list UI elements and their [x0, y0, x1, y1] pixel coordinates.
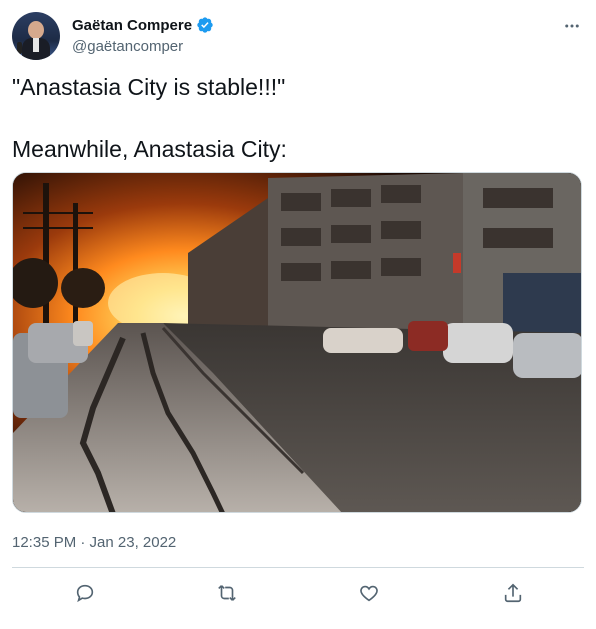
divider	[12, 567, 584, 568]
retweet-icon[interactable]	[212, 578, 242, 608]
more-options-icon[interactable]	[562, 16, 582, 36]
author-name[interactable]: Gaëtan Compere	[72, 17, 192, 34]
author-avatar[interactable]	[12, 12, 60, 60]
verified-badge-icon	[197, 17, 213, 33]
tweet-timestamp[interactable]: 12:35 PM · Jan 23, 2022	[12, 534, 176, 551]
tweet-actions	[12, 578, 584, 608]
reply-icon[interactable]	[70, 578, 100, 608]
author-name-row[interactable]: Gaëtan Compere	[72, 15, 214, 35]
tweet-image[interactable]	[12, 172, 582, 513]
share-icon[interactable]	[498, 578, 528, 608]
tweet-text-line-2: Meanwhile, Anastasia City:	[12, 136, 287, 162]
author-handle[interactable]: @gaëtancomper	[72, 38, 183, 55]
city-photo	[13, 173, 581, 512]
like-icon[interactable]	[354, 578, 384, 608]
tweet-header: Gaëtan Compere @gaëtancomper	[12, 10, 584, 62]
tweet-text-line-1: "Anastasia City is stable!!!"	[12, 74, 286, 100]
